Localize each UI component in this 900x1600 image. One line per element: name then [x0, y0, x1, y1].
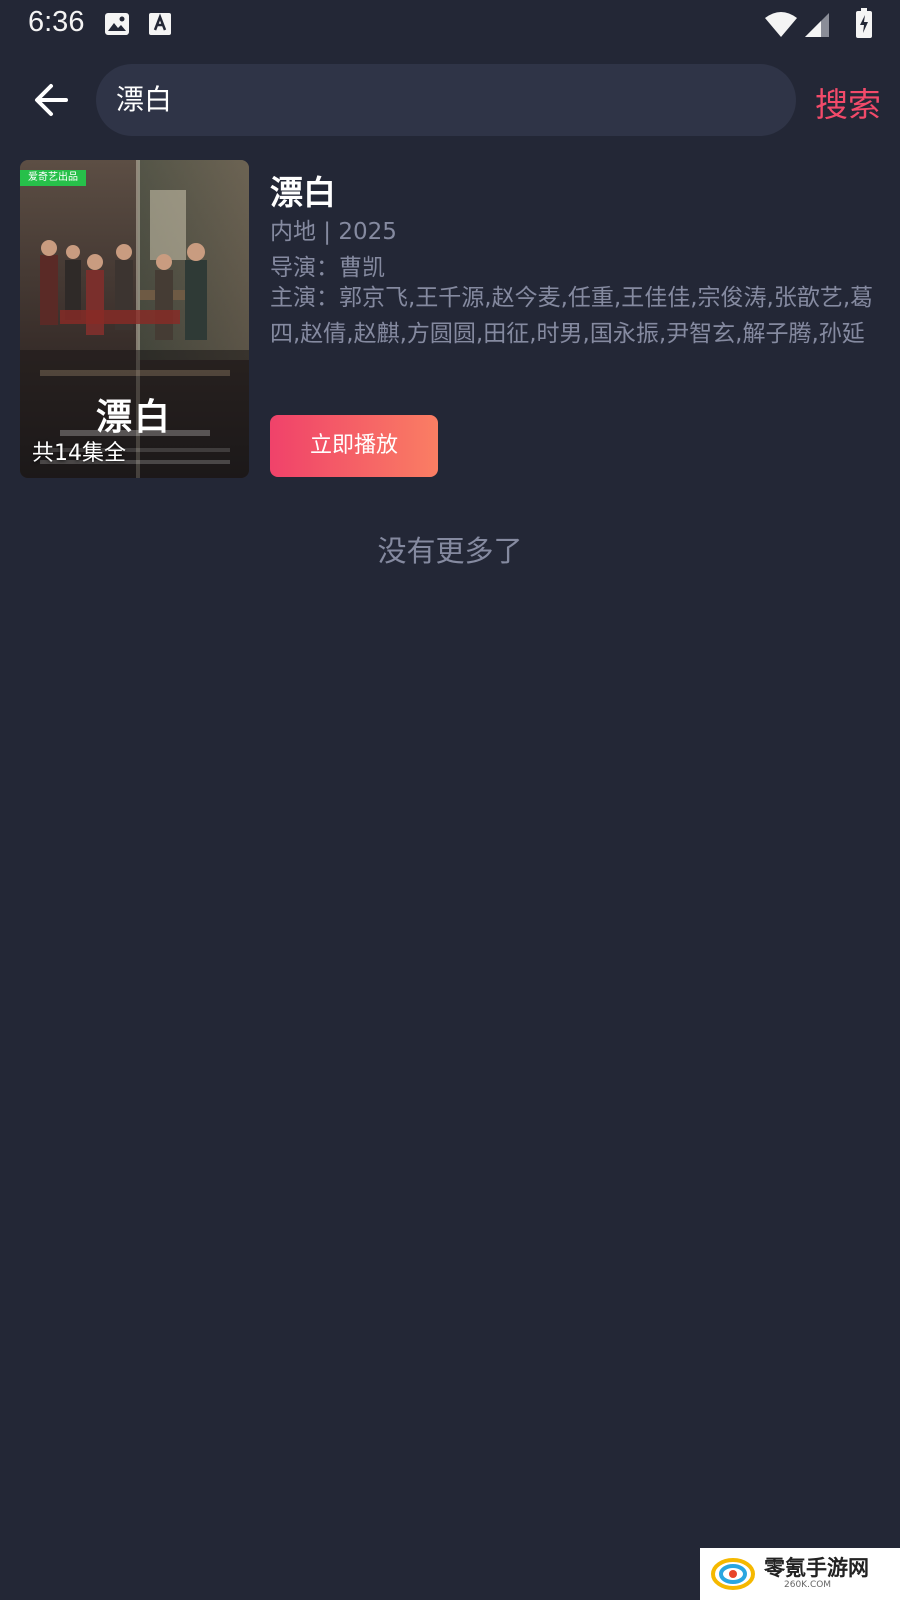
poster-title: 漂白: [96, 396, 173, 438]
cast-list: 主演：郭京飞,王千源,赵今麦,任重,王佳佳,宗俊涛,张歆艺,葛四,赵倩,赵麒,方…: [270, 285, 874, 347]
poster-badge: 爱奇艺出品: [20, 170, 86, 186]
status-time: 6:36: [28, 6, 85, 38]
director: 导演：曹凯: [270, 255, 385, 281]
search-button[interactable]: 搜索: [815, 78, 881, 126]
back-button[interactable]: [22, 70, 82, 130]
signal-icon: [804, 12, 830, 42]
search-input[interactable]: [116, 64, 776, 136]
play-now-button[interactable]: 立即播放: [270, 415, 438, 477]
arrow-left-icon: [35, 84, 68, 116]
watermark: 零氪手游网 260K.COM: [700, 1548, 900, 1600]
result-title[interactable]: 漂白: [270, 166, 336, 214]
result-card[interactable]: 爱奇艺出品 漂白 共14集全 漂白 内地 | 2025 导演：曹凯 主演：郭京飞…: [20, 160, 882, 480]
search-results-page: 6:36 漂白 搜索 爱奇艺出品 漂白 共14集全 漂白 内地 | 2025 导…: [0, 0, 900, 1600]
image-icon: [104, 12, 130, 40]
battery-icon: [856, 8, 872, 42]
no-more-text: 没有更多了: [377, 534, 523, 568]
watermark-text: 零氪手游网: [764, 1556, 869, 1580]
episode-count: 共14集全: [32, 441, 126, 466]
watermark-sub: 260K.COM: [784, 1580, 832, 1590]
text-icon: [148, 12, 172, 40]
wifi-icon: [764, 10, 798, 42]
region-year: 内地 | 2025: [270, 219, 397, 245]
status-bar: 6:36: [0, 0, 900, 52]
watermark-logo-icon: [711, 1558, 755, 1590]
search-box[interactable]: [96, 64, 796, 136]
poster-image[interactable]: 爱奇艺出品 漂白 共14集全: [20, 160, 249, 478]
